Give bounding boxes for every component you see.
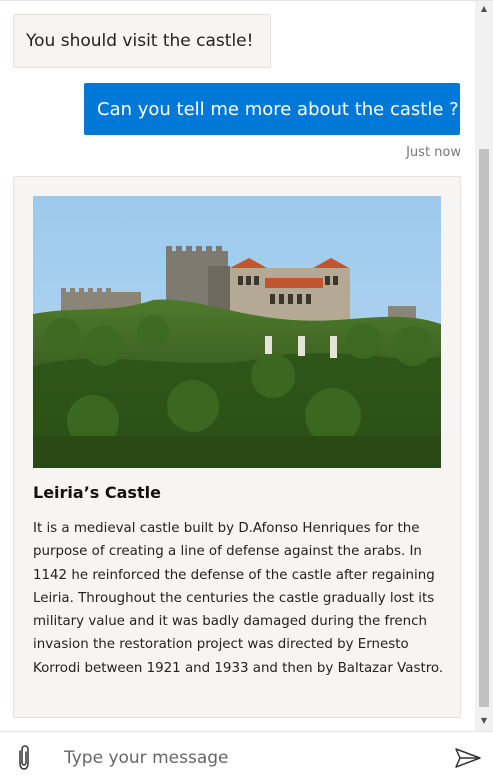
- send-icon[interactable]: [453, 746, 483, 770]
- chat-window: You should visit the castle! Can you tel…: [0, 0, 493, 780]
- message-input[interactable]: [62, 742, 436, 774]
- scroll-up-icon[interactable]: ▲: [475, 1, 493, 15]
- transcript-scrollbar[interactable]: ▲ ▼: [475, 1, 493, 731]
- castle-image: [33, 196, 441, 468]
- card-text: It is a medieval castle built by D.Afons…: [33, 521, 444, 676]
- bot-message-bubble: You should visit the castle!: [13, 14, 271, 68]
- message-timestamp: Just now: [406, 145, 461, 160]
- bot-message-text: You should visit the castle!: [26, 31, 254, 51]
- chat-transcript[interactable]: You should visit the castle! Can you tel…: [0, 1, 475, 731]
- card-title: Leiria’s Castle: [33, 483, 161, 502]
- message-composer: [0, 731, 493, 780]
- user-message-text: Can you tell me more about the castle ?: [97, 98, 459, 120]
- hero-card: Leiria’s Castle It is a medieval castle …: [13, 176, 461, 718]
- scroll-down-icon[interactable]: ▼: [475, 713, 493, 727]
- paperclip-icon[interactable]: [12, 744, 36, 772]
- scrollbar-thumb[interactable]: [479, 149, 489, 707]
- user-message-bubble: Can you tell me more about the castle ?: [84, 83, 460, 135]
